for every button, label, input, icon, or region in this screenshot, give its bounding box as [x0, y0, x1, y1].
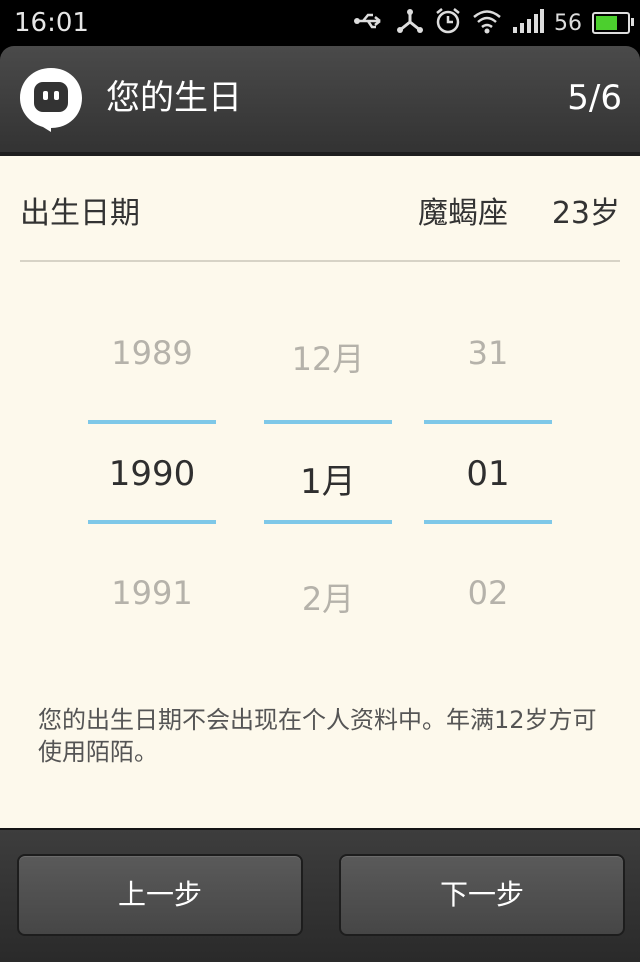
privacy-note: 您的出生日期不会出现在个人资料中。年满12岁方可使用陌陌。 — [38, 706, 597, 766]
signal-icon — [512, 9, 544, 37]
day-next[interactable]: 02 — [424, 574, 552, 612]
bottom-action-bar: 上一步 下一步 — [0, 828, 640, 962]
day-selected[interactable]: 01 — [424, 454, 552, 494]
momo-logo-icon — [16, 64, 86, 134]
selection-line-top — [88, 420, 216, 424]
divider — [20, 260, 620, 262]
year-prev[interactable]: 1989 — [88, 334, 216, 372]
day-picker[interactable]: 31 01 02 — [424, 306, 552, 626]
alarm-icon — [434, 7, 462, 39]
birthday-form: 出生日期 魔蝎座 23岁 1989 1990 1991 12月 1月 2月 31… — [0, 156, 640, 828]
wifi-icon — [472, 8, 502, 38]
previous-step-button[interactable]: 上一步 — [17, 854, 303, 936]
selection-line-bottom — [424, 520, 552, 524]
battery-icon — [592, 12, 634, 34]
title-bar: 您的生日 5/6 — [0, 46, 640, 156]
year-selected[interactable]: 1990 — [88, 454, 216, 494]
transfer-icon — [396, 8, 424, 38]
month-picker[interactable]: 12月 1月 2月 — [264, 306, 392, 626]
birth-date-label: 出生日期 — [20, 196, 140, 231]
month-prev[interactable]: 12月 — [264, 334, 392, 380]
month-next[interactable]: 2月 — [264, 574, 392, 620]
zodiac-label: 魔蝎座 — [418, 196, 508, 231]
step-indicator: 5/6 — [567, 78, 622, 118]
year-next[interactable]: 1991 — [88, 574, 216, 612]
age-label: 23岁 — [551, 196, 620, 231]
selection-line-top — [264, 420, 392, 424]
status-icons: 56 — [354, 7, 634, 39]
status-time: 16:01 — [14, 8, 89, 38]
selection-line-bottom — [264, 520, 392, 524]
battery-level-fill — [596, 16, 617, 30]
usb-icon — [354, 11, 386, 35]
selection-line-top — [424, 420, 552, 424]
page-title: 您的生日 — [106, 78, 242, 118]
month-selected[interactable]: 1月 — [264, 454, 392, 503]
year-picker[interactable]: 1989 1990 1991 — [88, 306, 216, 626]
selection-line-bottom — [88, 520, 216, 524]
next-step-button[interactable]: 下一步 — [339, 854, 625, 936]
day-prev[interactable]: 31 — [424, 334, 552, 372]
status-bar: 16:01 56 — [0, 0, 640, 46]
signal-number: 56 — [554, 10, 582, 36]
birth-info-row: 出生日期 魔蝎座 23岁 — [20, 180, 620, 236]
